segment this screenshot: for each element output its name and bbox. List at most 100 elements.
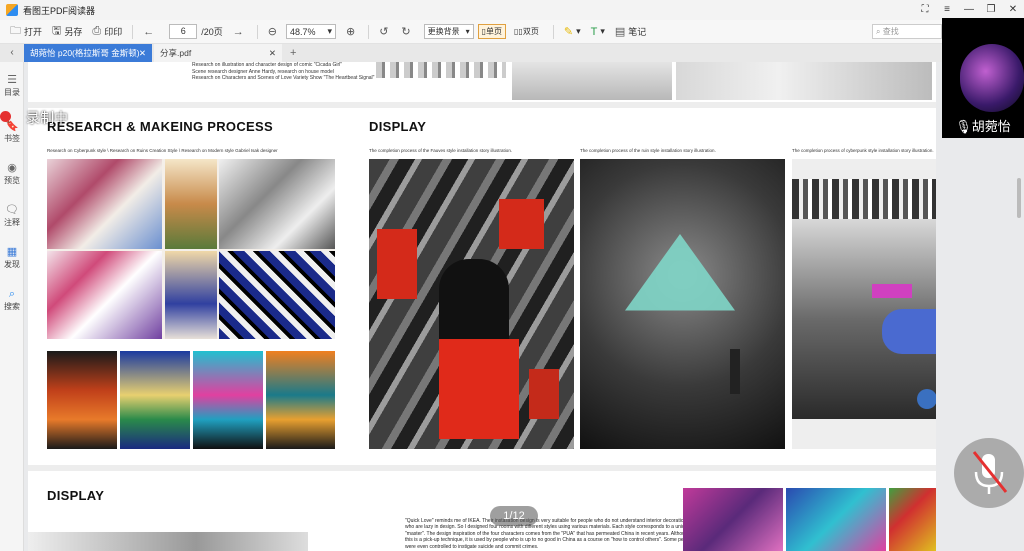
search-placeholder: 查找: [882, 27, 899, 36]
sidebar-item-discover[interactable]: ▦ 发现: [0, 246, 24, 270]
sidebar-item-label: 预览: [4, 176, 20, 185]
save-as-button[interactable]: 🖫 另存: [52, 22, 82, 41]
close-icon[interactable]: ✕: [1002, 0, 1024, 20]
page-indicator: 1/12: [490, 506, 538, 526]
sidebar-item-preview[interactable]: ◉ 预览: [0, 162, 24, 186]
page-number-input[interactable]: 6: [169, 24, 198, 39]
zoom-select[interactable]: 48.7% ▾: [285, 24, 336, 39]
page-image: [28, 532, 308, 551]
arrow-right-icon: →: [232, 25, 244, 38]
sidebar-item-label: 书签: [4, 134, 20, 143]
character-illustration-2: [120, 351, 190, 449]
record-icon: [0, 111, 11, 122]
sidebar-toggle-icon[interactable]: ‹: [0, 44, 24, 62]
prev-page-button[interactable]: ←: [143, 26, 157, 38]
fullscreen-icon[interactable]: ⛶: [914, 0, 936, 20]
research-caption: Research on Cyberpunk style \ Research o…: [47, 148, 278, 153]
minimize-icon[interactable]: —: [958, 0, 980, 20]
avatar: [960, 44, 1024, 112]
close-icon[interactable]: ✕: [269, 48, 276, 59]
restore-icon[interactable]: ❐: [980, 0, 1002, 20]
sidebar-item-search[interactable]: ⌕ 搜索: [0, 288, 24, 312]
comment-icon: 🗨: [5, 204, 19, 216]
sidebar-item-label: 注释: [4, 218, 20, 227]
save-icon: 🖫: [52, 25, 62, 37]
print-label: 印印: [104, 27, 123, 37]
search-input[interactable]: ⌕ 查找: [872, 24, 942, 39]
close-icon[interactable]: ✕: [139, 48, 146, 59]
tab-label: 分享.pdf: [160, 48, 192, 58]
text-button[interactable]: T ▾: [591, 26, 605, 38]
chevron-down-icon: ▾: [465, 27, 470, 36]
eye-icon: ◉: [7, 162, 17, 174]
add-tab-icon[interactable]: +: [290, 44, 296, 62]
search-icon: ⌕: [876, 26, 881, 36]
save-as-label: 另存: [64, 27, 83, 37]
display-caption-3: The completion process of cyberpunk styl…: [792, 148, 934, 153]
text-icon: T: [590, 25, 598, 38]
open-button[interactable]: 🗀 打开: [10, 22, 42, 41]
rotate-left-button[interactable]: ↺: [379, 25, 391, 38]
page-total: /20页: [201, 27, 223, 37]
cyberpunk-illustration: [792, 159, 936, 449]
zoom-value: 48.7%: [289, 26, 316, 37]
character-illustration-1: [47, 351, 117, 449]
zoom-out-icon: ⊖: [267, 26, 277, 38]
ruin-illustration: [580, 159, 785, 449]
single-page-button[interactable]: ▯ 单页: [477, 24, 507, 39]
divider: [552, 24, 554, 39]
highlight-button[interactable]: ✎ ▾: [564, 25, 581, 38]
previous-page: Research on illustration and character d…: [28, 62, 936, 100]
print-button[interactable]: ⎙ 印印: [92, 25, 122, 38]
search-icon: ⌕: [8, 288, 16, 300]
participant-video[interactable]: 🎙胡菀怡: [942, 18, 1024, 138]
background-select[interactable]: 更换背景 ▾: [423, 24, 474, 39]
credit-line: Research on Characters and Scenes of Lov…: [192, 75, 375, 81]
open-label: 打开: [24, 27, 43, 37]
folder-icon: 🗀: [10, 25, 21, 37]
sidebar-item-comment[interactable]: 🗨 注释: [0, 204, 24, 228]
sidebar-item-label: 搜索: [4, 302, 20, 311]
zoom-in-icon: ⊕: [345, 26, 356, 38]
zoom-out-button[interactable]: ⊖: [268, 25, 280, 38]
document-viewport[interactable]: Research on illustration and character d…: [28, 62, 936, 551]
page-paragraph: "Quick Love" reminds me of IKEA. Their i…: [405, 518, 694, 550]
menu-icon[interactable]: ≡: [936, 0, 958, 20]
app-title: 看图王PDF阅读器: [23, 5, 96, 16]
tab-label: 胡菀怡 p20(格拉斯哥 金斯顿).p: [30, 48, 139, 58]
sidebar-item-label: 发现: [4, 260, 20, 269]
sketch-image: [376, 62, 506, 78]
room-photo-1: [683, 488, 783, 551]
tab-document-1[interactable]: 胡菀怡 p20(格拉斯哥 金斯顿).p ✕: [24, 44, 152, 62]
scrollbar[interactable]: [1016, 138, 1022, 438]
arrow-left-icon: ←: [143, 25, 155, 38]
participant-name-text: 胡菀怡: [971, 119, 1011, 134]
mic-off-icon: [972, 451, 1008, 494]
character-illustration-3: [193, 351, 263, 449]
title-bar: 看图王PDF阅读器 ⛶ ≡ — ❐ ✕: [0, 0, 1024, 20]
tab-document-2[interactable]: 分享.pdf ✕: [154, 44, 282, 62]
double-page-button[interactable]: ▯▯ 双页: [510, 24, 543, 39]
left-sidebar: ☰ 目录 🔖 书签 ◉ 预览 🗨 注释 ▦ 发现 ⌕ 搜索: [0, 62, 24, 551]
notes-button[interactable]: ▤ 笔记: [615, 25, 646, 38]
notes-label: 笔记: [628, 27, 647, 37]
room-photo-2: [786, 488, 886, 551]
mute-button[interactable]: [954, 438, 1024, 508]
rotate-right-button[interactable]: ↻: [401, 25, 413, 38]
sketch-image: [676, 62, 932, 100]
sidebar-item-bookmark[interactable]: 🔖 书签: [0, 120, 24, 144]
sidebar-item-toc[interactable]: ☰ 目录: [0, 74, 24, 98]
window-controls: ⛶ ≡ — ❐ ✕: [914, 0, 1024, 20]
double-page-label: 双页: [522, 27, 539, 36]
zoom-in-button[interactable]: ⊕: [346, 25, 358, 38]
scrollbar-thumb[interactable]: [1017, 178, 1021, 218]
bookmark-icon: 🔖: [5, 120, 19, 132]
display-caption-1: The completion process of the Fauves sty…: [369, 148, 513, 153]
participant-name: 🎙胡菀怡: [942, 116, 1024, 135]
chevron-down-icon: ▾: [327, 26, 332, 36]
recording-label: 录制中: [26, 110, 68, 126]
next-page-button[interactable]: →: [233, 26, 247, 38]
research-moodboard-image: [47, 159, 335, 339]
display-caption-2: The completion process of the ruin style…: [580, 148, 716, 153]
tab-bar: ‹ 胡菀怡 p20(格拉斯哥 金斯顿).p ✕ 分享.pdf ✕ +: [0, 44, 1024, 62]
